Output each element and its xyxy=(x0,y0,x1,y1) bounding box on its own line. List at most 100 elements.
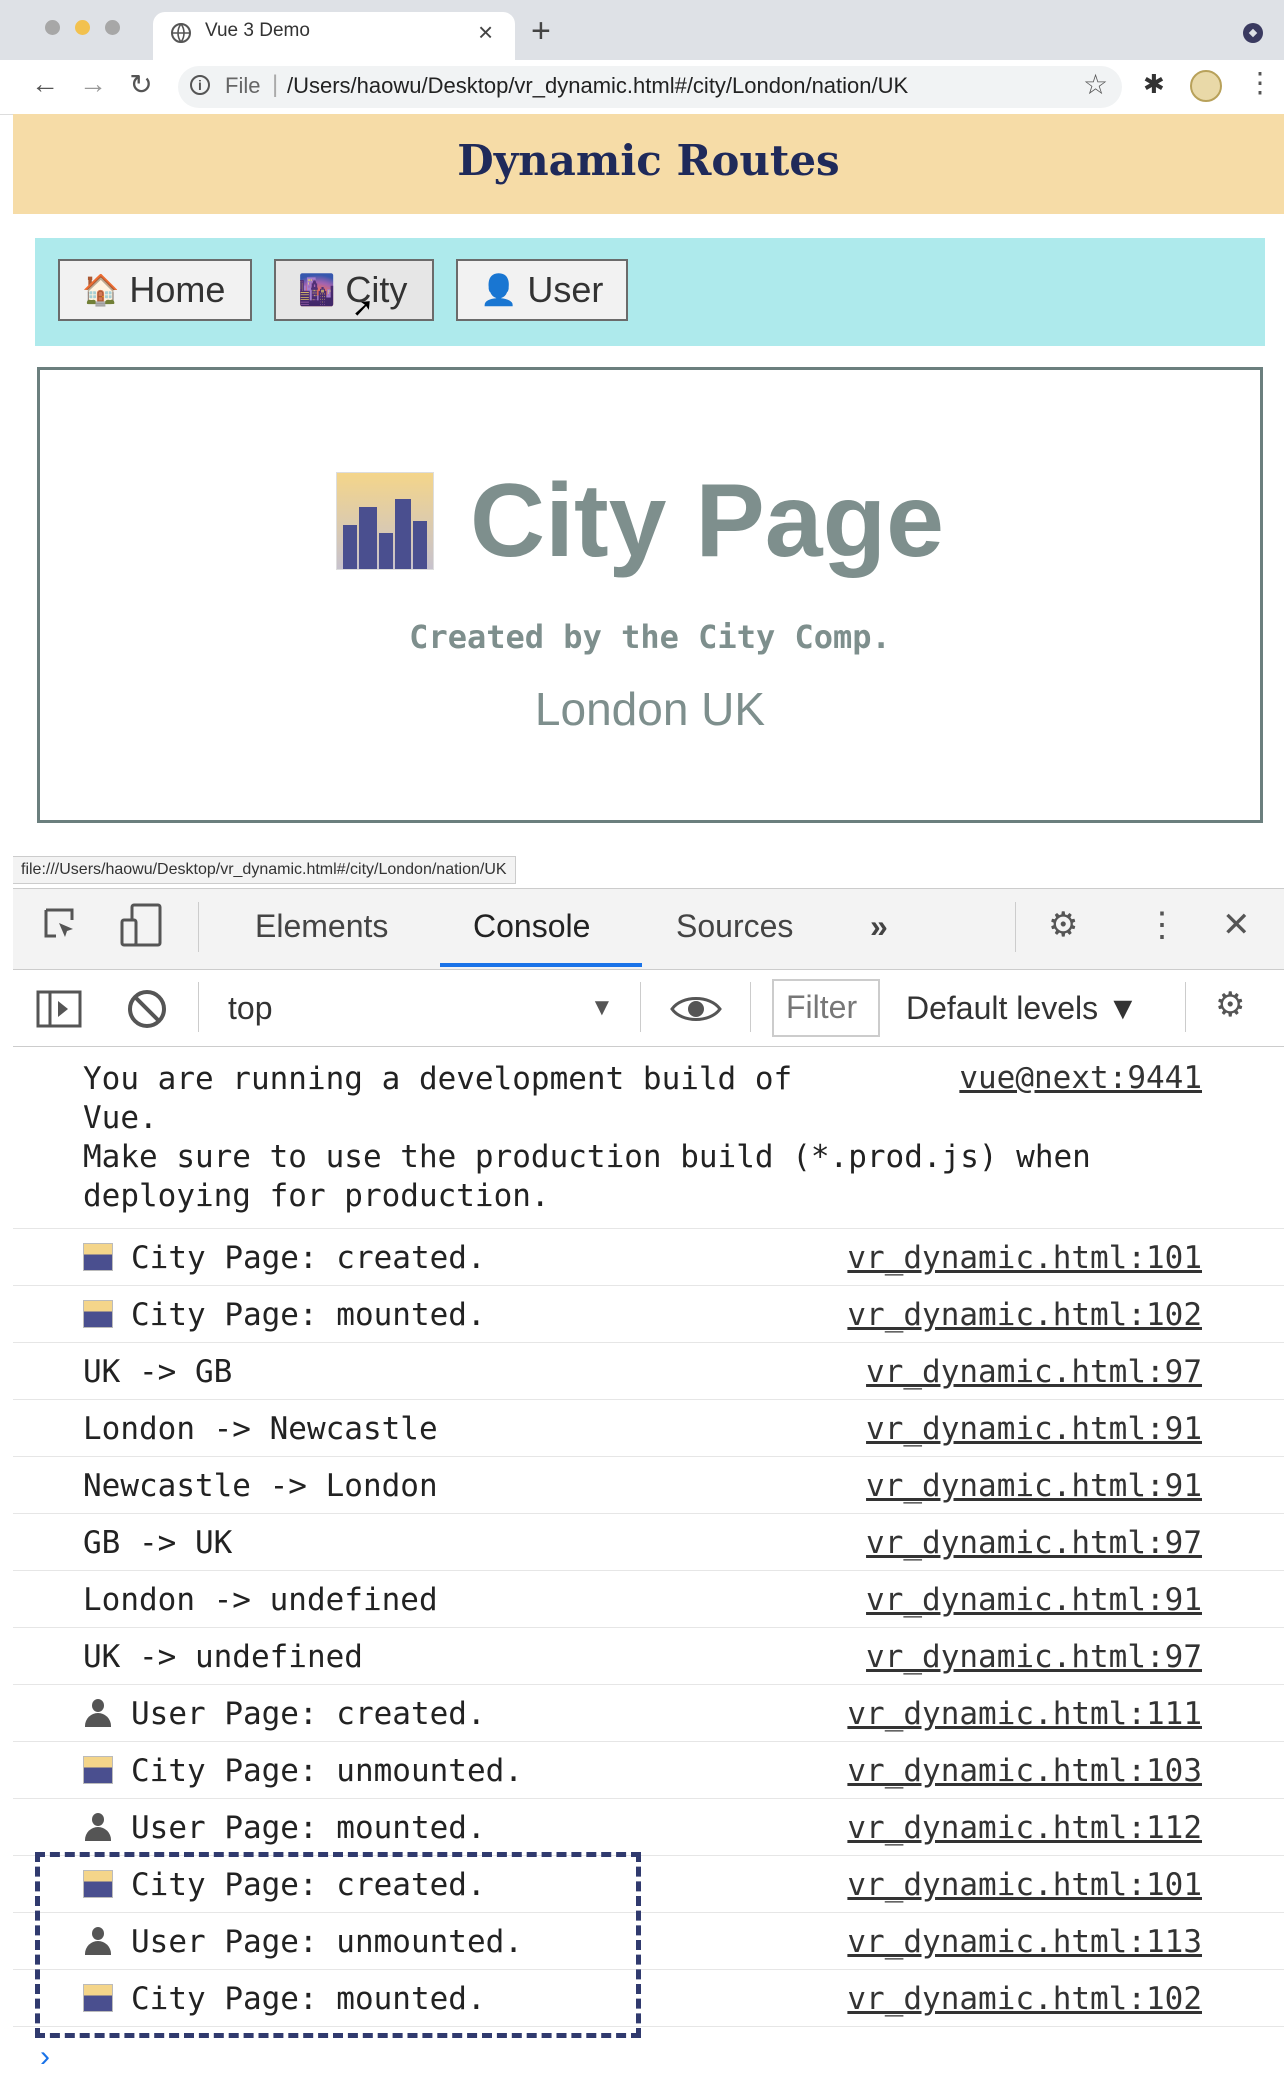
log-message: You are running a development build of V… xyxy=(83,1061,1091,1214)
city-page-heading: City Page xyxy=(470,463,944,579)
log-text: Newcastle -> London xyxy=(83,1468,438,1504)
info-icon[interactable]: i xyxy=(190,75,210,95)
log-source-link[interactable]: vr_dynamic.html:91 xyxy=(866,1582,1202,1618)
window-minimize-light[interactable] xyxy=(75,20,90,35)
context-selector[interactable]: top xyxy=(228,990,272,1027)
log-source-link[interactable]: vr_dynamic.html:97 xyxy=(866,1639,1202,1675)
user-icon xyxy=(83,1813,113,1841)
console-log-row: GB -> UK vr_dynamic.html:97 xyxy=(13,1513,1284,1571)
console-log-row: Newcastle -> London vr_dynamic.html:91 xyxy=(13,1456,1284,1514)
devtools-tab-bar xyxy=(13,888,1284,970)
mouse-cursor-icon: ➚ xyxy=(352,292,374,322)
url-text[interactable]: /Users/haowu/Desktop/vr_dynamic.html#/ci… xyxy=(287,73,908,99)
log-source-link[interactable]: vr_dynamic.html:102 xyxy=(847,1981,1202,2017)
log-source-link[interactable]: vr_dynamic.html:101 xyxy=(847,1867,1202,1903)
log-message: UK -> GB xyxy=(83,1354,232,1390)
log-message: City Page: mounted. xyxy=(83,1297,486,1333)
console-log-row: UK -> GB vr_dynamic.html:97 xyxy=(13,1342,1284,1400)
log-message: Newcastle -> London xyxy=(83,1468,438,1504)
cityscape-icon xyxy=(336,472,434,570)
log-message: London -> Newcastle xyxy=(83,1411,438,1447)
console-log-row: UK -> undefined vr_dynamic.html:97 xyxy=(13,1627,1284,1685)
page-title: Dynamic Routes xyxy=(457,136,840,185)
nav-home-label: Home xyxy=(129,269,226,310)
tab-close-icon[interactable]: × xyxy=(478,17,493,48)
cityscape-icon xyxy=(83,1756,113,1784)
user-icon: 👤 xyxy=(480,273,518,307)
log-source-link[interactable]: vr_dynamic.html:102 xyxy=(847,1297,1202,1333)
globe-icon xyxy=(171,23,191,43)
console-log-row: London -> Newcastle vr_dynamic.html:91 xyxy=(13,1399,1284,1457)
chevron-down-icon[interactable]: ▼ xyxy=(590,994,614,1022)
browser-menu-icon[interactable]: ⋮ xyxy=(1246,66,1274,99)
log-text: City Page: created. xyxy=(131,1240,486,1276)
toolbar-divider xyxy=(750,982,751,1032)
log-message: User Page: mounted. xyxy=(83,1810,486,1846)
live-expression-eye-icon[interactable] xyxy=(670,992,722,1026)
cityscape-icon xyxy=(83,1243,113,1271)
log-source-link[interactable]: vr_dynamic.html:91 xyxy=(866,1468,1202,1504)
nav-home-button[interactable]: 🏠 Home xyxy=(58,259,252,321)
log-text: City Page: unmounted. xyxy=(131,1753,523,1789)
router-view-container xyxy=(37,367,1263,823)
toolbar-divider xyxy=(198,982,199,1032)
more-tabs-icon[interactable]: » xyxy=(870,908,888,945)
log-text: UK -> GB xyxy=(83,1354,233,1390)
console-log-row: City Page: mounted. vr_dynamic.html:102 xyxy=(13,1285,1284,1343)
nav-user-label: User xyxy=(527,269,604,310)
inspect-element-icon[interactable] xyxy=(42,906,80,944)
tab-elements[interactable]: Elements xyxy=(255,908,388,945)
new-tab-icon[interactable]: + xyxy=(531,12,551,51)
profile-indicator-icon[interactable] xyxy=(1243,23,1263,43)
devtools-menu-icon[interactable]: ⋮ xyxy=(1145,905,1179,945)
forward-icon[interactable]: → xyxy=(76,68,110,100)
console-log-row: User Page: mounted. vr_dynamic.html:112 xyxy=(13,1798,1284,1856)
console-log-row: City Page: created. vr_dynamic.html:101 xyxy=(13,1228,1284,1286)
reload-icon[interactable]: ↻ xyxy=(124,68,158,101)
bookmark-star-icon[interactable]: ☆ xyxy=(1083,68,1108,101)
console-filter-input[interactable]: Filter xyxy=(772,979,880,1037)
log-source-link[interactable]: vr_dynamic.html:111 xyxy=(847,1696,1202,1732)
log-source-link[interactable]: vr_dynamic.html:113 xyxy=(847,1924,1202,1960)
active-tab-indicator xyxy=(440,963,642,967)
log-message: City Page: created. xyxy=(83,1240,486,1276)
window-close-light[interactable] xyxy=(45,20,60,35)
tab-title: Vue 3 Demo xyxy=(205,20,310,41)
toolbar-divider xyxy=(1015,902,1016,952)
log-source-link[interactable]: vr_dynamic.html:112 xyxy=(847,1810,1202,1846)
log-message: GB -> UK xyxy=(83,1525,232,1561)
sidebar-toggle-icon[interactable] xyxy=(36,990,82,1028)
window-zoom-light[interactable] xyxy=(105,20,120,35)
close-devtools-icon[interactable]: ✕ xyxy=(1222,905,1251,945)
log-message: User Page: created. xyxy=(83,1696,486,1732)
log-source-link[interactable]: vr_dynamic.html:97 xyxy=(866,1525,1202,1561)
log-source-link[interactable]: vr_dynamic.html:103 xyxy=(847,1753,1202,1789)
tab-console[interactable]: Console xyxy=(473,908,590,945)
log-source-link[interactable]: vr_dynamic.html:101 xyxy=(847,1240,1202,1276)
settings-gear-icon[interactable]: ⚙ xyxy=(1048,905,1078,945)
tab-sources[interactable]: Sources xyxy=(676,908,793,945)
profile-avatar[interactable] xyxy=(1190,70,1222,102)
back-icon[interactable]: ← xyxy=(28,68,62,100)
log-source-link[interactable]: vr_dynamic.html:97 xyxy=(866,1354,1202,1390)
highlight-annotation-box xyxy=(35,1852,641,2038)
console-settings-gear-icon[interactable]: ⚙ xyxy=(1215,985,1245,1025)
device-toolbar-icon[interactable] xyxy=(118,902,164,948)
log-source-link[interactable]: vue@next:9441 xyxy=(959,1060,1202,1096)
log-text: London -> Newcastle xyxy=(83,1411,438,1447)
clear-console-icon[interactable] xyxy=(126,988,168,1030)
log-levels-dropdown[interactable]: Default levels ▼ xyxy=(906,990,1139,1027)
log-text: User Page: mounted. xyxy=(131,1810,486,1846)
log-message: City Page: unmounted. xyxy=(83,1753,523,1789)
log-text: UK -> undefined xyxy=(83,1639,363,1675)
city-page-subtitle: Created by the City Comp. xyxy=(409,618,891,656)
console-prompt-icon[interactable]: › xyxy=(40,2040,50,2074)
log-message: UK -> undefined xyxy=(83,1639,363,1675)
url-scheme-label: File xyxy=(225,73,261,98)
url-separator: | xyxy=(272,71,279,98)
user-icon xyxy=(83,1699,113,1727)
log-source-link[interactable]: vr_dynamic.html:91 xyxy=(866,1411,1202,1447)
house-icon: 🏠 xyxy=(82,273,120,307)
nav-user-button[interactable]: 👤 User xyxy=(456,259,628,321)
extensions-puzzle-icon[interactable]: ✱ xyxy=(1143,69,1165,100)
